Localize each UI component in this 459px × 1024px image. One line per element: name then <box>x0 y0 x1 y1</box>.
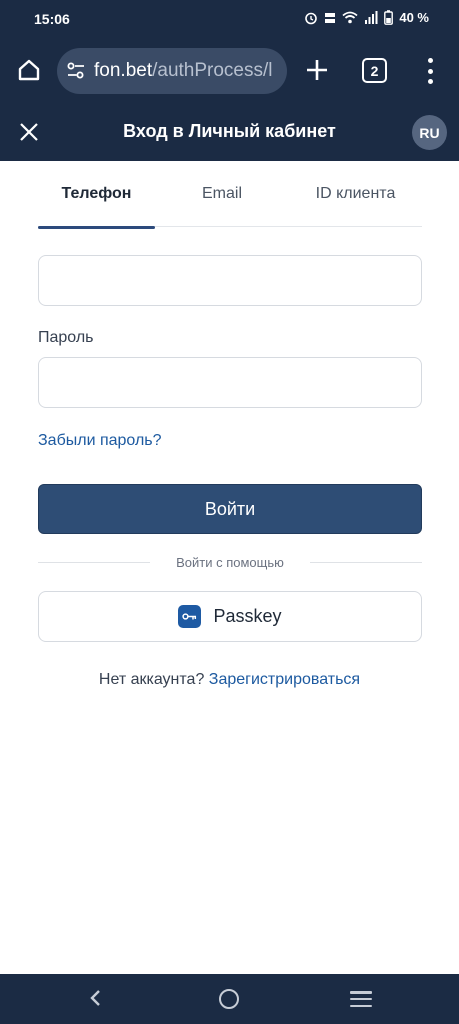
site-settings-icon[interactable] <box>66 61 86 81</box>
battery-icon <box>384 10 394 25</box>
tab-phone[interactable]: Телефон <box>38 161 155 229</box>
phone-field <box>38 255 422 306</box>
plus-icon <box>307 60 327 80</box>
forgot-password-link[interactable]: Забыли пароль? <box>38 432 162 450</box>
status-bar: 15:06 40 % <box>0 0 459 38</box>
address-bar[interactable]: fon.bet/authProcess/l <box>57 48 287 94</box>
battery-percent: 40 % <box>399 10 429 25</box>
signal-icon <box>365 11 378 24</box>
home-icon <box>18 59 40 81</box>
menu-dot <box>427 68 433 74</box>
menu-dot <box>427 58 433 63</box>
password-label: Пароль <box>38 329 94 346</box>
recent-line <box>350 991 372 994</box>
tab-client-id[interactable]: ID клиента <box>289 161 422 227</box>
page-title: Вход в Личный кабинет <box>123 121 336 141</box>
register-prompt: Нет аккаунта? <box>98 671 205 688</box>
tab-email[interactable]: Email <box>155 161 289 227</box>
back-button[interactable] <box>86 988 106 1013</box>
browser-menu-button[interactable] <box>425 58 435 84</box>
passkey-label: Passkey <box>213 606 282 626</box>
recent-line <box>350 997 372 1001</box>
alarm-icon <box>305 12 318 24</box>
login-button[interactable]: Войти <box>38 484 422 534</box>
key-icon <box>178 605 202 628</box>
passkey-button[interactable]: Passkey <box>38 591 422 642</box>
recent-line <box>350 1004 372 1007</box>
phone-input[interactable] <box>39 256 421 305</box>
register-link[interactable]: Зарегистрироваться <box>209 671 360 688</box>
register-row: Нет аккаунта? Зарегистрироваться <box>0 671 459 689</box>
login-method-tabs: Телефон Email ID клиента <box>38 161 422 229</box>
page-header: Вход в Личный кабинет RU <box>0 104 459 161</box>
system-navigation-bar <box>0 974 459 1024</box>
browser-home-button[interactable] <box>14 55 44 85</box>
wifi-icon <box>342 11 358 24</box>
status-time: 15:06 <box>34 11 70 27</box>
new-tab-button[interactable] <box>304 57 330 83</box>
password-field <box>38 357 422 408</box>
volte-icon <box>325 12 336 23</box>
browser-toolbar: fon.bet/authProcess/l 2 <box>0 38 459 104</box>
url-domain: fon.bet <box>94 60 153 81</box>
divider-line <box>310 562 422 563</box>
back-icon <box>90 990 100 1006</box>
menu-dot <box>427 79 433 84</box>
url-path: /authProcess/l <box>152 60 273 81</box>
status-icons: 40 % <box>304 10 429 25</box>
home-button[interactable] <box>219 989 239 1009</box>
tab-switcher-button[interactable]: 2 <box>362 58 387 83</box>
language-button[interactable]: RU <box>412 115 447 150</box>
password-input[interactable] <box>39 358 421 407</box>
url-text: fon.bet/authProcess/l <box>94 60 273 82</box>
alt-login-divider: Войти с помощью <box>38 553 422 573</box>
recent-apps-button[interactable] <box>350 991 372 1007</box>
